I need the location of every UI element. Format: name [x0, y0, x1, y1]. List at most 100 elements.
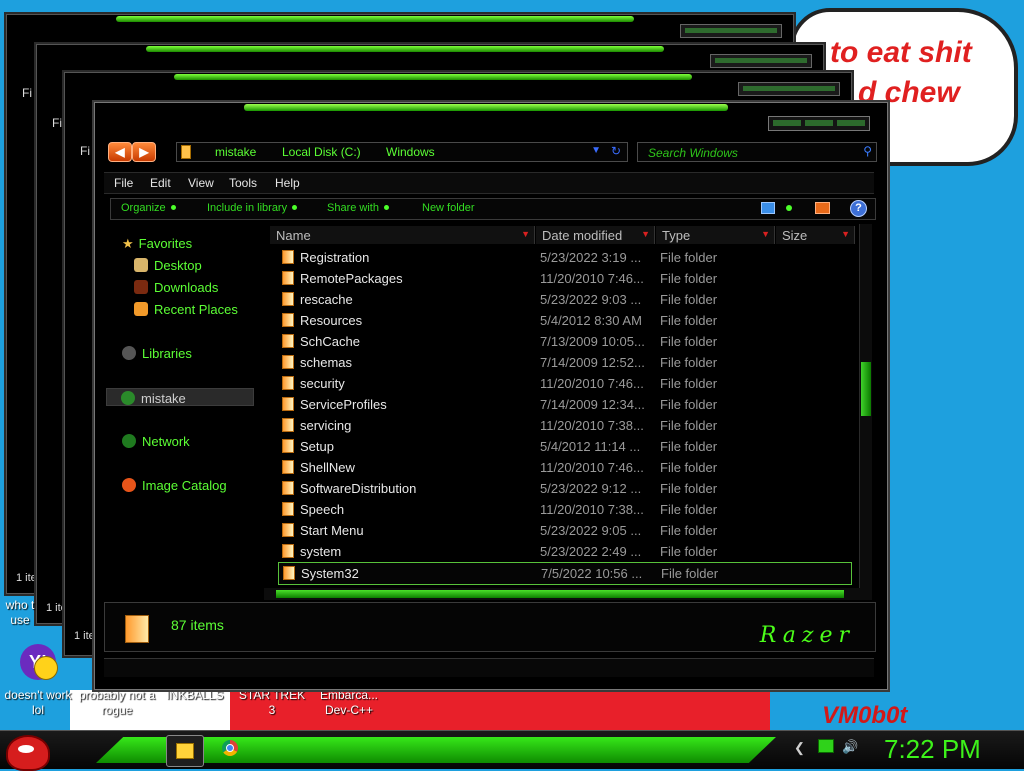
chevron-down-icon[interactable]: ▼: [591, 145, 601, 156]
desktop-icon-label[interactable]: doesn't work lol: [0, 688, 76, 718]
breadcrumb-item[interactable]: Local Disk (C:): [282, 145, 361, 159]
table-row[interactable]: SchCache 7/13/2009 10:05... File folder: [278, 331, 850, 352]
clock[interactable]: 7:22 PM: [884, 734, 981, 765]
table-row[interactable]: Resources 5/4/2012 8:30 AM File folder: [278, 310, 850, 331]
back-button[interactable]: ◀: [108, 142, 132, 162]
view-options-icon[interactable]: [761, 202, 775, 214]
nav-desktop[interactable]: Desktop: [134, 258, 202, 273]
row-date: 5/4/2012 8:30 AM: [540, 313, 642, 328]
organize-button[interactable]: Organize: [121, 202, 176, 214]
scrollbar-thumb[interactable]: [861, 362, 871, 416]
address-bar[interactable]: mistake Local Disk (C:) Windows ▼ ↻: [176, 142, 628, 162]
menu-help[interactable]: Help: [275, 176, 300, 190]
chevron-down-icon: ▼: [521, 229, 530, 239]
start-button-icon[interactable]: [6, 735, 50, 771]
nav-homegroup[interactable]: mistake: [106, 388, 254, 406]
row-name: SoftwareDistribution: [300, 481, 417, 496]
chrome-icon[interactable]: [222, 740, 238, 756]
table-row-selected[interactable]: System32 7/5/2022 10:56 ... File folder: [278, 562, 852, 585]
breadcrumb-item[interactable]: mistake: [215, 145, 256, 159]
row-name: Registration: [300, 250, 370, 265]
window-controls[interactable]: [680, 24, 782, 38]
nav-downloads[interactable]: Downloads: [134, 280, 218, 295]
help-icon[interactable]: ?: [850, 200, 867, 217]
show-hidden-icons-icon[interactable]: ❮: [794, 740, 805, 756]
table-row[interactable]: Speech 11/20/2010 7:38... File folder: [278, 499, 850, 520]
nav-recent-places[interactable]: Recent Places: [134, 302, 238, 317]
search-icon[interactable]: ⚲: [863, 144, 872, 158]
forward-button[interactable]: ▶: [132, 142, 156, 162]
dropdown-dot-icon: [292, 205, 298, 210]
column-header-name[interactable]: Name ▼: [270, 226, 535, 244]
refresh-icon[interactable]: ↻: [611, 144, 621, 158]
share-with-button[interactable]: Share with: [327, 202, 389, 214]
menu-edit[interactable]: Edit: [150, 176, 171, 190]
table-row[interactable]: Setup 5/4/2012 11:14 ... File folder: [278, 436, 850, 457]
volume-icon[interactable]: 🔊: [842, 739, 858, 755]
table-row[interactable]: RemotePackages 11/20/2010 7:46... File fol…: [278, 268, 850, 289]
row-date: 5/23/2022 9:12 ...: [540, 481, 642, 496]
organize-label: Organize: [121, 202, 166, 214]
dropdown-dot-icon: [383, 205, 389, 210]
table-row[interactable]: Registration 5/23/2022 3:19 ... File folde…: [278, 247, 850, 268]
desktop-text-stub[interactable]: who t use: [0, 598, 40, 628]
row-name: security: [300, 376, 345, 391]
row-type: File folder: [660, 460, 718, 475]
network-tray-icon[interactable]: [818, 739, 834, 753]
menu-file[interactable]: File: [114, 176, 133, 190]
horizontal-scrollbar[interactable]: [264, 588, 860, 600]
table-row[interactable]: ServiceProfiles 7/14/2009 12:34... File fo…: [278, 394, 850, 415]
row-type: File folder: [660, 292, 718, 307]
view-dropdown-icon[interactable]: [786, 205, 792, 211]
window-controls[interactable]: [768, 116, 870, 131]
menu-stub[interactable]: Fi: [80, 144, 90, 158]
close-button[interactable]: [837, 120, 865, 126]
search-input[interactable]: [646, 144, 850, 161]
include-in-library-button[interactable]: Include in library: [207, 202, 298, 214]
nav-network[interactable]: Network: [122, 434, 190, 449]
maximize-button[interactable]: [805, 120, 833, 126]
folder-icon: [282, 544, 294, 558]
table-row[interactable]: ShellNew 11/20/2010 7:46... File folder: [278, 457, 850, 478]
table-row[interactable]: security 11/20/2010 7:46... File folder: [278, 373, 850, 394]
menu-stub[interactable]: Fi: [52, 116, 62, 130]
desktop-icon-label[interactable]: STAR TREK 3: [234, 688, 310, 718]
menu-stub[interactable]: Fi: [22, 86, 32, 100]
row-date: 5/23/2022 9:03 ...: [540, 292, 642, 307]
window-controls[interactable]: [738, 82, 840, 96]
table-row[interactable]: SoftwareDistribution 5/23/2022 9:12 ... Fi…: [278, 478, 850, 499]
menu-tools[interactable]: Tools: [229, 176, 257, 190]
nav-image-catalog[interactable]: Image Catalog: [122, 478, 227, 493]
details-pane: 87 items Razer: [104, 602, 876, 652]
preview-pane-icon[interactable]: [815, 202, 830, 214]
row-name: schemas: [300, 355, 353, 370]
window-controls[interactable]: [710, 54, 812, 68]
column-header-type[interactable]: Type ▼: [656, 226, 775, 244]
column-header-label: Type: [662, 228, 691, 243]
menu-view[interactable]: View: [188, 176, 214, 190]
nav-favorites-label: Favorites: [138, 236, 193, 251]
table-row[interactable]: Start Menu 5/23/2022 9:05 ... File folder: [278, 520, 850, 541]
table-row[interactable]: schemas 7/14/2009 12:52... File folder: [278, 352, 850, 373]
minimize-button[interactable]: [773, 120, 801, 126]
table-row[interactable]: system 5/23/2022 2:49 ... File folder: [278, 541, 850, 562]
navigation-pane: ★ Favorites Desktop Downloads Recent Plac…: [104, 224, 256, 600]
search-box[interactable]: ⚲: [637, 142, 877, 162]
vertical-scrollbar[interactable]: [859, 224, 872, 600]
explorer-window[interactable]: ◀ ▶ mistake Local Disk (C:) Windows ▼ ↻ …: [92, 100, 890, 692]
desktop-icon-label[interactable]: probably not a rogue: [78, 688, 156, 718]
column-header-date[interactable]: Date modified ▼: [536, 226, 655, 244]
row-type: File folder: [660, 544, 718, 559]
table-row[interactable]: rescache 5/23/2022 9:03 ... File folder: [278, 289, 850, 310]
table-row[interactable]: servicing 11/20/2010 7:38... File folder: [278, 415, 850, 436]
breadcrumb-item[interactable]: Windows: [386, 145, 435, 159]
taskbar-explorer-button[interactable]: [166, 735, 204, 767]
desktop-icon-label[interactable]: Embarca... Dev-C++: [312, 688, 386, 718]
row-date: 5/23/2022 9:05 ...: [540, 523, 642, 538]
column-header-size[interactable]: Size ▼: [776, 226, 855, 244]
new-folder-button[interactable]: New folder: [422, 202, 475, 214]
column-header-label: Date modified: [542, 228, 623, 243]
nav-favorites[interactable]: ★ Favorites: [122, 236, 192, 252]
nav-libraries[interactable]: Libraries: [122, 346, 192, 361]
scrollbar-thumb[interactable]: [276, 590, 844, 598]
